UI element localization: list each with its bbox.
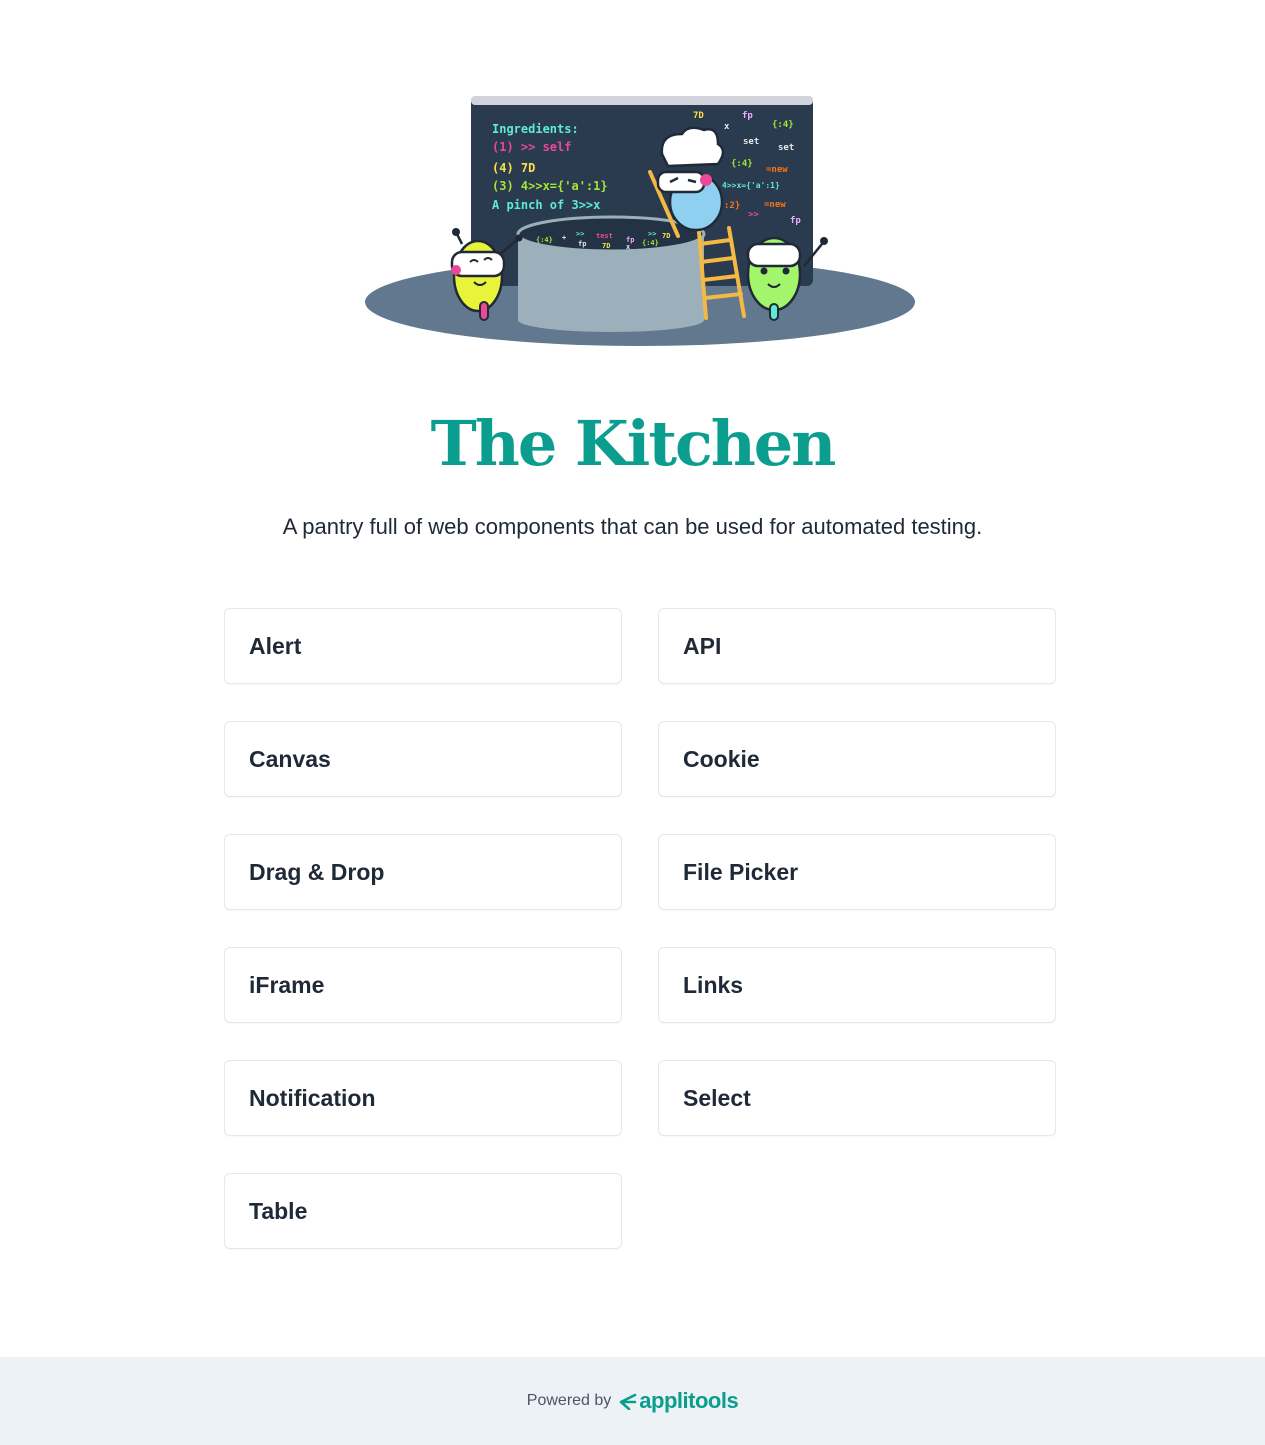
component-card-links[interactable]: Links — [658, 947, 1056, 1023]
pot-text: 7D — [662, 232, 670, 240]
kitchen-illustration: Ingredients: (1) >> self (4) 7D (3) 4>>x… — [362, 94, 918, 350]
board-scatter: >> — [748, 210, 759, 220]
pot-text: test — [596, 232, 613, 240]
component-card-drag-drop[interactable]: Drag & Drop — [224, 834, 622, 910]
applitools-wordmark: applitools — [639, 1388, 739, 1413]
board-scatter: 4>>x={'a':1} — [722, 181, 780, 190]
board-scatter: 7D — [693, 111, 704, 121]
component-grid: Alert API Canvas Cookie Drag & Drop File… — [224, 608, 1056, 1249]
component-card-cookie[interactable]: Cookie — [658, 721, 1056, 797]
page-title: The Kitchen — [430, 407, 837, 480]
board-scatter: =new — [766, 165, 788, 175]
board-scatter: set — [743, 137, 759, 147]
pot-text: >> — [576, 230, 584, 238]
component-card-api[interactable]: API — [658, 608, 1056, 684]
board-line-2: (1) >> self — [492, 140, 571, 154]
component-card-canvas[interactable]: Canvas — [224, 721, 622, 797]
board-scatter: :2} — [724, 201, 740, 211]
board-scatter: fp — [790, 216, 801, 226]
component-card-file-picker[interactable]: File Picker — [658, 834, 1056, 910]
board-scatter: {:4} — [731, 159, 753, 169]
applitools-logo-icon — [619, 1393, 637, 1410]
component-card-alert[interactable]: Alert — [224, 608, 622, 684]
component-card-notification[interactable]: Notification — [224, 1060, 622, 1136]
pot-text: >> — [648, 230, 656, 238]
component-card-select[interactable]: Select — [658, 1060, 1056, 1136]
pot-text: fp — [578, 240, 586, 248]
page-subtitle: A pantry full of web components that can… — [282, 514, 983, 539]
pot-text: {:4} — [536, 236, 553, 244]
applitools-link[interactable]: applitools — [619, 1388, 739, 1414]
board-line-5: A pinch of 3>>x — [492, 198, 600, 212]
pot-text: {:4} — [642, 239, 659, 247]
board-scatter: fp — [742, 111, 753, 121]
board-line-1: Ingredients: — [492, 122, 579, 136]
board-scatter: set — [778, 143, 794, 153]
board-scatter: =new — [764, 200, 786, 210]
powered-by-label: Powered by — [526, 1392, 612, 1409]
board-line-3: (4) 7D — [492, 161, 535, 175]
footer: Powered by applitools — [0, 1357, 1265, 1445]
board-scatter: x — [724, 122, 730, 132]
board-line-4: (3) 4>>x={'a':1} — [492, 179, 608, 193]
pot-text: 7D — [602, 242, 610, 250]
board-scatter: {:4} — [772, 120, 794, 130]
component-card-table[interactable]: Table — [224, 1173, 622, 1249]
component-card-iframe[interactable]: iFrame — [224, 947, 622, 1023]
pot-text: + — [562, 234, 566, 242]
